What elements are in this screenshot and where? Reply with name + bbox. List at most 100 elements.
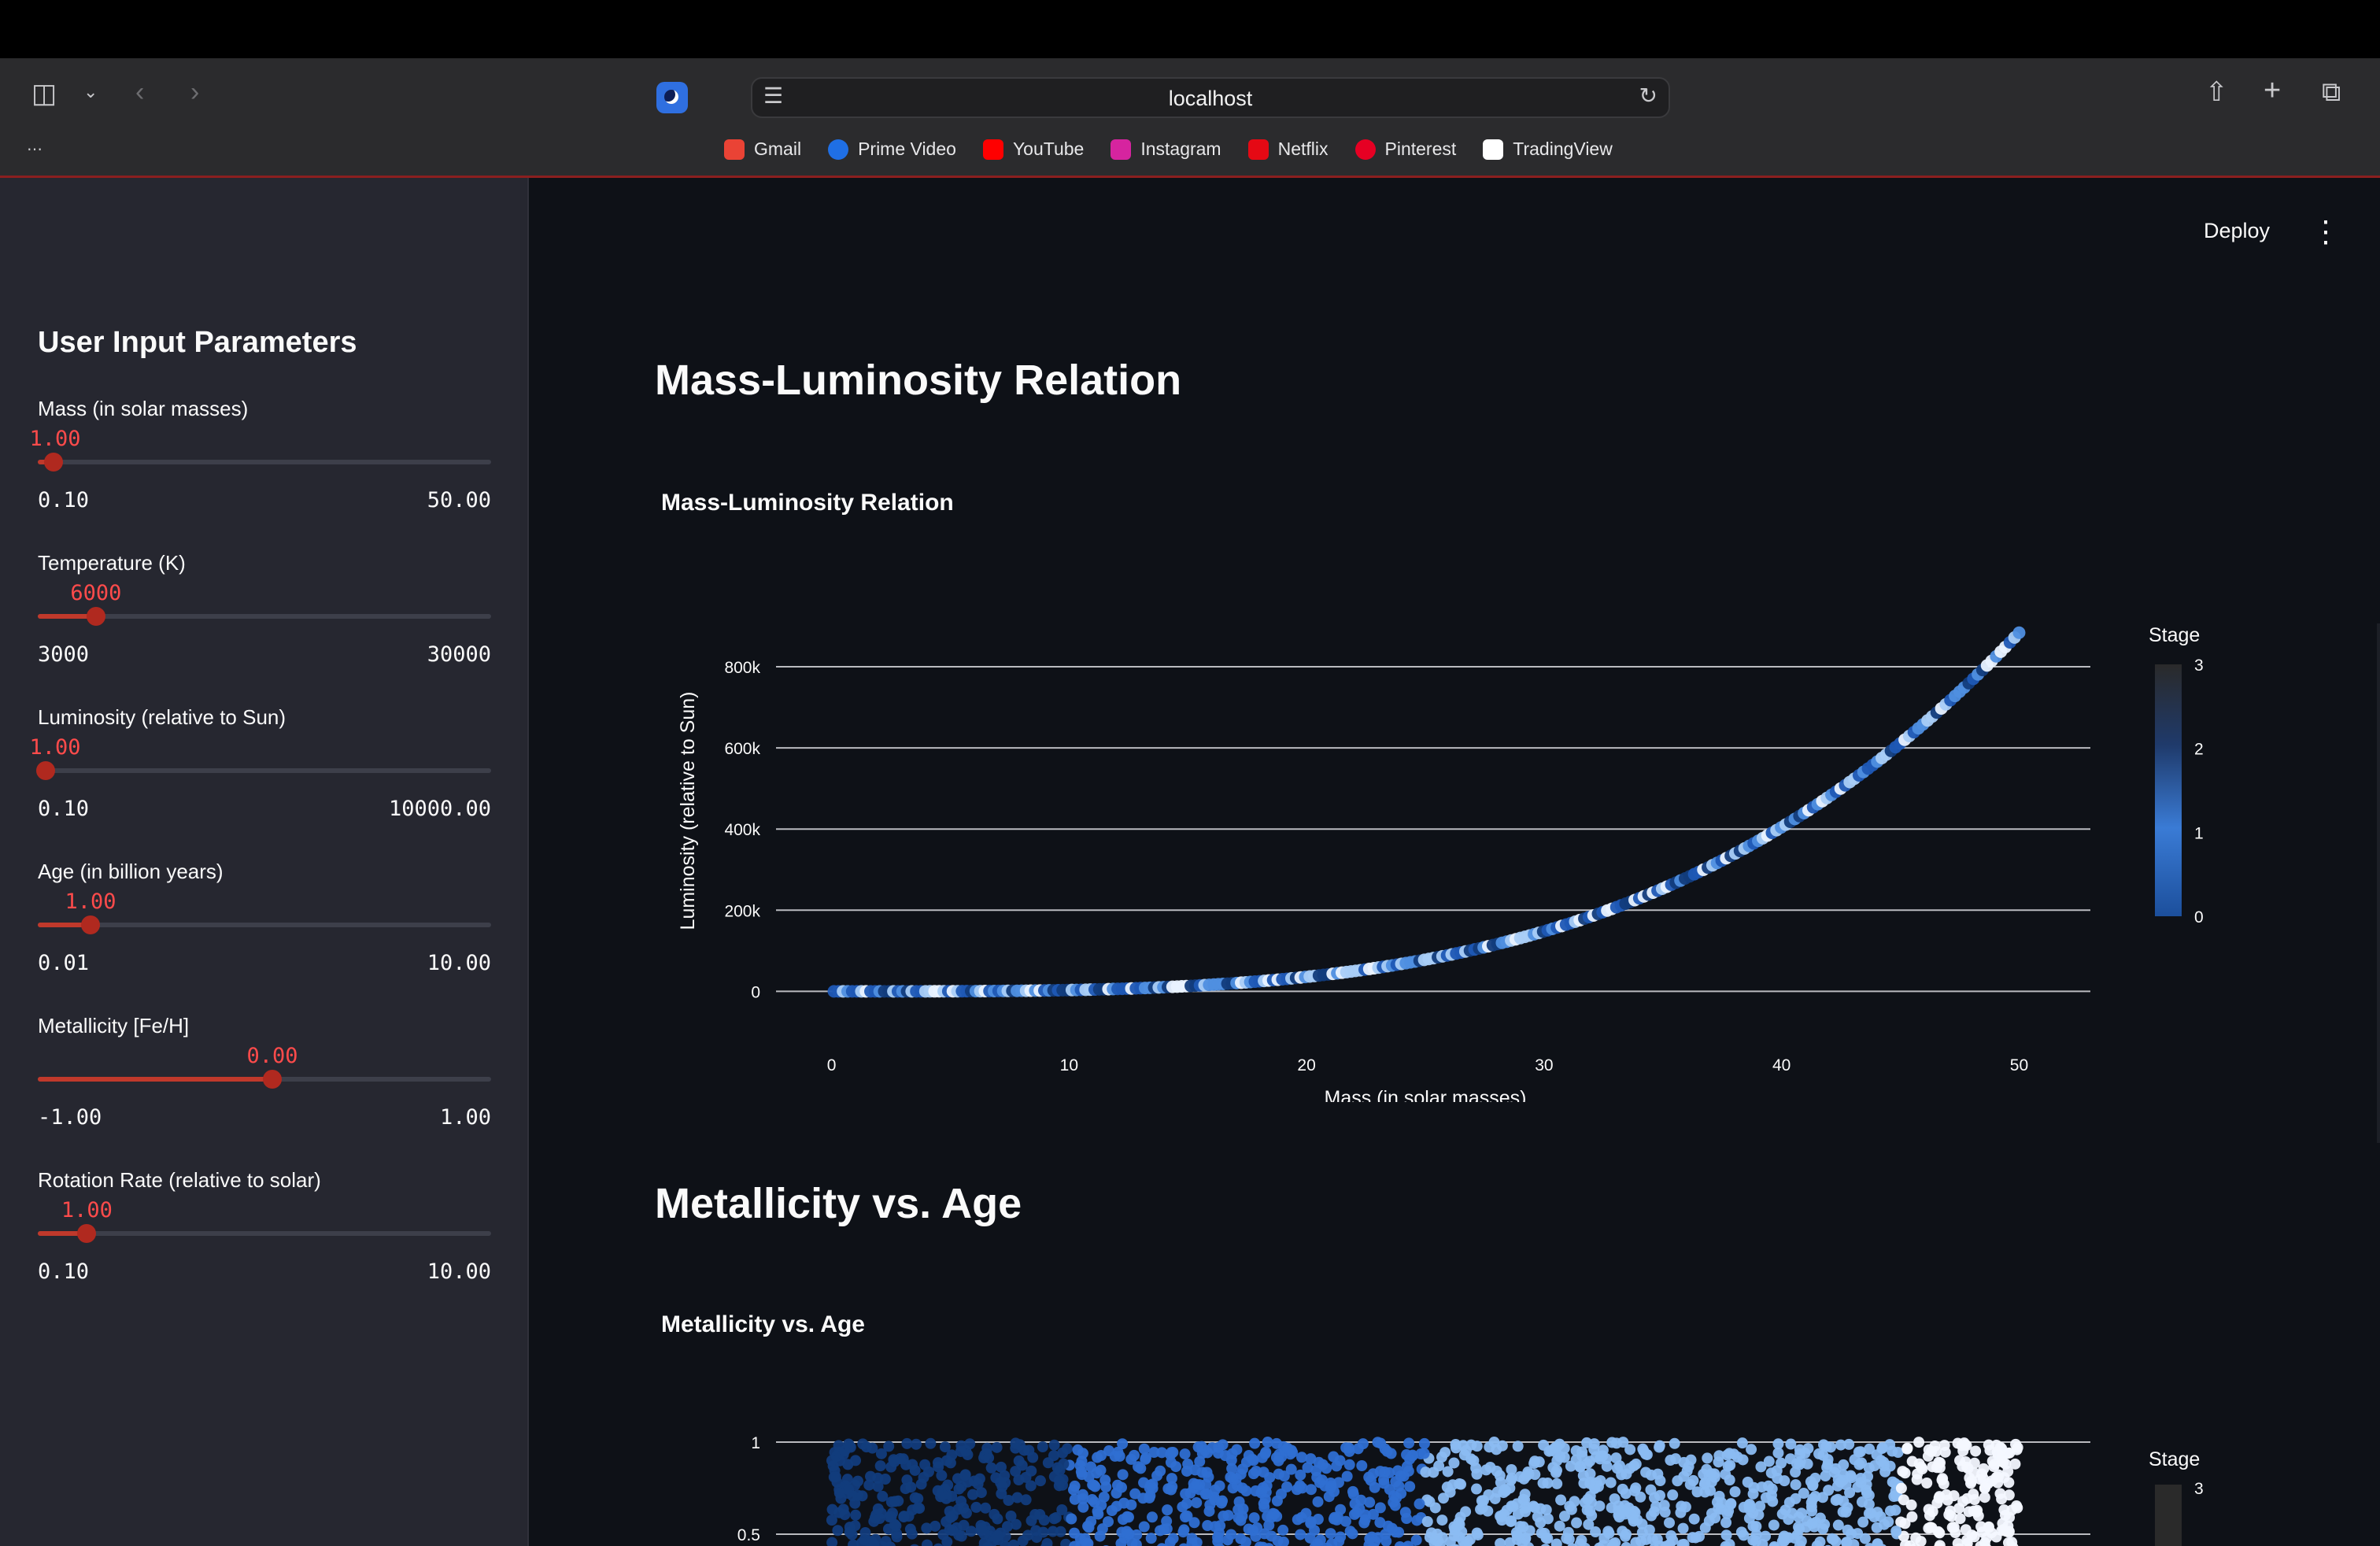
data-point: [1699, 1522, 1711, 1533]
data-point: [2012, 626, 2026, 639]
slider-thumb[interactable]: [36, 761, 56, 780]
data-point: [955, 1445, 966, 1457]
data-point: [1398, 1470, 1410, 1482]
bookmark-tradingview[interactable]: TradingView: [1483, 139, 1613, 160]
slider-thumb[interactable]: [81, 915, 101, 934]
data-point: [839, 1509, 851, 1521]
slider-label: Temperature (K): [38, 551, 186, 575]
bookmark-pinterest[interactable]: Pinterest: [1354, 139, 1456, 160]
data-point: [1125, 1453, 1137, 1465]
chevron-down-icon[interactable]: ⌄: [83, 83, 98, 101]
slider-control[interactable]: Luminosity (relative to Sun) 1.00 0.10 1000…: [29, 705, 491, 847]
data-point: [1304, 1532, 1316, 1544]
data-point: [1146, 1511, 1158, 1523]
data-point: [1072, 1444, 1084, 1455]
slider-label: Rotation Rate (relative to solar): [38, 1168, 321, 1192]
data-point: [1214, 1527, 1225, 1539]
main-menu-icon[interactable]: ⋮: [2311, 217, 2341, 247]
slider-control[interactable]: Temperature (K) 6000 3000 30000: [38, 551, 491, 693]
share-icon[interactable]: ⇧: [2205, 79, 2228, 105]
slider-track[interactable]: [38, 768, 491, 773]
deploy-button[interactable]: Deploy: [2204, 219, 2270, 243]
extension-icon[interactable]: [656, 82, 688, 113]
data-point: [1723, 1505, 1735, 1517]
tab-grid-icon[interactable]: ⋯: [27, 142, 42, 157]
data-point: [1048, 1439, 1060, 1451]
data-point: [1906, 1511, 1918, 1522]
new-tab-icon[interactable]: +: [2264, 76, 2281, 105]
forward-icon[interactable]: ›: [190, 79, 199, 105]
bookmark-youtube[interactable]: YouTube: [982, 139, 1084, 160]
slider-thumb[interactable]: [86, 607, 105, 626]
data-point: [2000, 1509, 2012, 1521]
reload-icon[interactable]: ↻: [1639, 85, 1658, 107]
data-point: [1996, 1455, 2008, 1467]
slider-track[interactable]: [38, 460, 491, 464]
slider-thumb[interactable]: [77, 1224, 97, 1243]
slider-track[interactable]: [38, 614, 491, 619]
colorbar: [2155, 664, 2182, 916]
slider-control[interactable]: Metallicity [Fe/H] 0.00 -1.00 1.00: [38, 1014, 491, 1156]
back-icon[interactable]: ‹: [135, 79, 144, 105]
slider-control[interactable]: Rotation Rate (relative to solar) 1.00 0.1…: [38, 1168, 491, 1310]
tabs-overview-icon[interactable]: ⧉: [2322, 79, 2341, 105]
data-point: [841, 1474, 853, 1485]
data-point: [1754, 1500, 1766, 1512]
data-point: [826, 1537, 838, 1546]
data-point: [1738, 1501, 1750, 1513]
data-point: [1925, 1445, 1937, 1457]
data-point: [1249, 1437, 1261, 1449]
data-point: [1672, 1475, 1683, 1487]
chart-title: Mass-Luminosity Relation: [661, 490, 954, 516]
slider-track[interactable]: [38, 923, 491, 927]
slider-track[interactable]: [38, 1231, 491, 1236]
section-heading-metallicity-age: Metallicity vs. Age: [655, 1180, 1022, 1227]
data-point: [1789, 1532, 1801, 1544]
data-point: [960, 1507, 972, 1519]
colorbar: [2155, 1485, 2182, 1546]
data-point: [1822, 1459, 1834, 1470]
slider-min: -1.00: [38, 1105, 102, 1130]
data-point: [921, 1539, 933, 1546]
data-point: [1605, 1477, 1617, 1489]
slider-control[interactable]: Mass (in solar masses) 1.00 0.10 50.00: [29, 397, 491, 538]
slider-max: 50.00: [427, 488, 491, 512]
data-point: [1756, 1481, 1768, 1493]
data-point: [1859, 1533, 1871, 1544]
data-point: [1601, 1460, 1613, 1472]
sidebar-toggle-icon[interactable]: ◫: [31, 80, 57, 107]
bookmark-prime-video[interactable]: Prime Video: [828, 139, 956, 160]
y-tick-label: 0.5: [737, 1526, 760, 1544]
data-point: [964, 1438, 976, 1450]
data-point: [1162, 1483, 1174, 1495]
data-point: [1374, 1517, 1386, 1529]
bookmark-instagram[interactable]: Instagram: [1111, 139, 1221, 160]
data-point: [1207, 1442, 1218, 1454]
data-point: [1471, 1483, 1483, 1495]
data-point: [1512, 1441, 1524, 1452]
address-bar[interactable]: ☰ localhost ↻: [751, 77, 1670, 118]
data-point: [1325, 1528, 1336, 1540]
data-point: [1768, 1519, 1779, 1531]
scrollbar[interactable]: [2377, 623, 2380, 1143]
data-point: [1705, 1485, 1717, 1496]
bookmark-netflix[interactable]: Netflix: [1247, 139, 1329, 160]
data-point: [1491, 1465, 1502, 1477]
slider-fill: [38, 1077, 272, 1082]
slider-max: 10.00: [427, 951, 491, 975]
slider-thumb[interactable]: [44, 453, 64, 472]
data-point: [1638, 1445, 1650, 1457]
data-point: [1365, 1474, 1377, 1486]
bookmark-gmail[interactable]: Gmail: [724, 139, 801, 160]
data-point: [1331, 1460, 1343, 1472]
data-point: [1643, 1524, 1655, 1536]
data-point: [1192, 1441, 1204, 1453]
data-point: [880, 1536, 892, 1546]
data-point: [1103, 1445, 1115, 1457]
data-point: [1722, 1460, 1734, 1472]
slider-control[interactable]: Age (in billion years) 1.00 0.01 10.00: [38, 860, 491, 1001]
data-point: [1438, 1492, 1450, 1504]
slider-thumb[interactable]: [263, 1070, 282, 1089]
data-point: [883, 1441, 895, 1452]
data-point: [2001, 1526, 2012, 1537]
